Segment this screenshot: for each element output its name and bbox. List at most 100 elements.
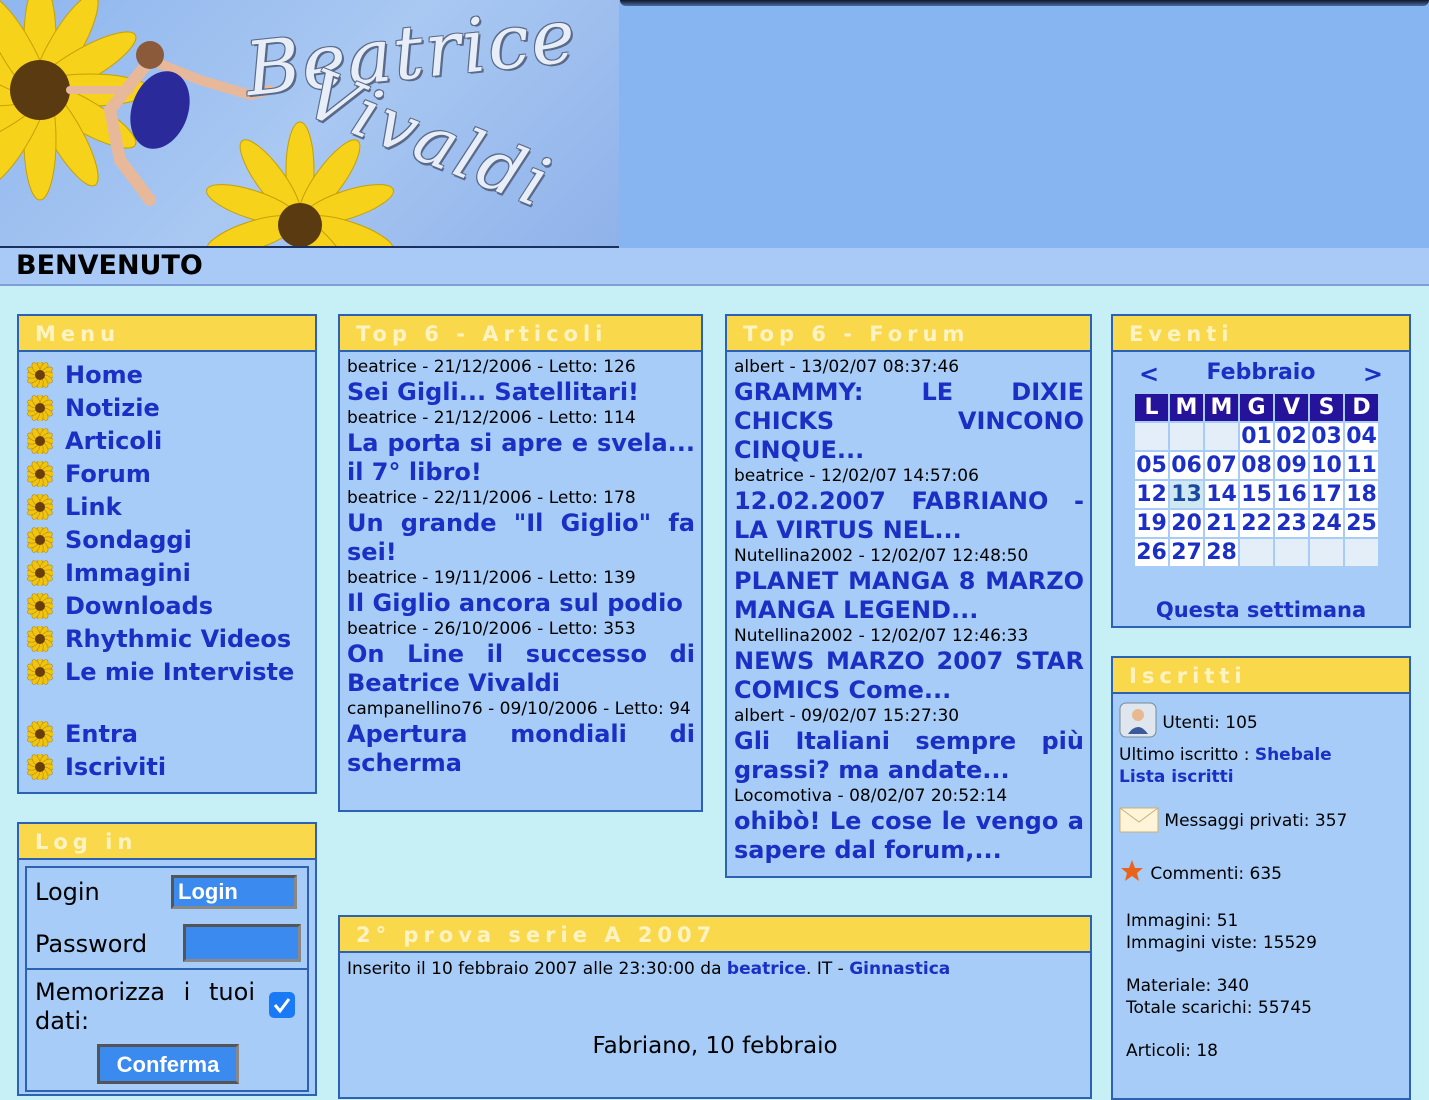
menu-item-notizie[interactable]: Notizie <box>27 391 315 424</box>
menu-item-label[interactable]: Sondaggi <box>65 526 192 554</box>
article-title-link[interactable]: La porta si apre e svela... il 7° libro! <box>347 429 695 487</box>
forum-post-title-link[interactable]: ohibò! Le cose le vengo a sapere dal for… <box>734 807 1084 865</box>
forum-post-meta: Nutellina2002 - 12/02/07 12:48:50 <box>734 546 1029 566</box>
news-meta-prefix: Inserito il 10 febbraio 2007 alle 23:30:… <box>347 959 727 979</box>
calendar-day-cell[interactable]: 03 <box>1310 423 1343 450</box>
forum-post-meta: Locomotiva - 08/02/07 20:52:14 <box>734 786 1008 806</box>
password-label: Password <box>35 930 148 958</box>
menu-item-label[interactable]: Iscriviti <box>65 753 166 781</box>
calendar-day-cell[interactable]: 06 <box>1170 452 1203 479</box>
menu-item-label[interactable]: Immagini <box>65 559 191 587</box>
calendar-day-cell[interactable]: 11 <box>1345 452 1378 479</box>
calendar-day-cell[interactable]: 21 <box>1205 510 1238 537</box>
calendar-day-cell[interactable]: 28 <box>1205 539 1238 566</box>
last-member-link[interactable]: Shebale <box>1255 745 1332 765</box>
menu-item-downloads[interactable]: Downloads <box>27 589 315 622</box>
menu-item-sondaggi[interactable]: Sondaggi <box>27 523 315 556</box>
calendar-day-cell[interactable]: 02 <box>1275 423 1308 450</box>
calendar-day-cell[interactable]: 23 <box>1275 510 1308 537</box>
members-title: Iscritti <box>1113 658 1409 694</box>
calendar-day-cell[interactable]: 01 <box>1240 423 1273 450</box>
calendar-weekday: D <box>1345 394 1378 421</box>
calendar-day-cell[interactable]: 07 <box>1205 452 1238 479</box>
news-category-link[interactable]: Ginnastica <box>849 959 950 979</box>
calendar-day-cell[interactable]: 20 <box>1170 510 1203 537</box>
this-week-link[interactable]: Questa settimana <box>1156 598 1366 622</box>
menu-item-articoli[interactable]: Articoli <box>27 424 315 457</box>
menu-item-label[interactable]: Home <box>65 361 143 389</box>
menu-item-iscriviti[interactable]: Iscriviti <box>27 750 315 783</box>
top-articles-title: Top 6 - Articoli <box>340 316 701 352</box>
calendar-week-row: 05 06 07 08 09 10 11 <box>1135 452 1378 479</box>
password-input[interactable] <box>183 924 301 962</box>
calendar-day-cell[interactable]: 14 <box>1205 481 1238 508</box>
calendar-day-cell[interactable]: 15 <box>1240 481 1273 508</box>
article-title-link[interactable]: Un grande "Il Giglio" fa sei! <box>347 509 695 567</box>
calendar-day-cell[interactable]: 17 <box>1310 481 1343 508</box>
last-member-row: Ultimo iscritto : Shebale <box>1119 744 1409 766</box>
calendar-weekday: S <box>1310 394 1343 421</box>
menu-item-home[interactable]: Home <box>27 358 315 391</box>
menu-item-le-mie-interviste[interactable]: Le mie Interviste <box>27 655 315 688</box>
sunflower-icon <box>27 427 53 454</box>
article-title-link[interactable]: On Line il successo di Beatrice Vivaldi <box>347 640 695 698</box>
articles-count: Articoli: 18 <box>1126 1041 1218 1061</box>
article-title-link[interactable]: Il Giglio ancora sul podio <box>347 589 695 618</box>
menu-item-label[interactable]: Link <box>65 493 122 521</box>
calendar-day-cell[interactable]: 10 <box>1310 452 1343 479</box>
messages-row: Messaggi privati: 357 <box>1119 802 1409 840</box>
login-input[interactable] <box>171 875 297 909</box>
top-forum-list: albert - 13/02/07 08:37:46 GRAMMY: LE DIX… <box>727 352 1090 865</box>
menu-item-rhythmic-videos[interactable]: Rhythmic Videos <box>27 622 315 655</box>
menu-item-label[interactable]: Rhythmic Videos <box>65 625 291 653</box>
calendar-today-cell[interactable]: 13 <box>1170 481 1203 508</box>
calendar-day-cell[interactable]: 09 <box>1275 452 1308 479</box>
sunflower-icon <box>27 361 53 388</box>
remember-label: Memorizza i tuoi dati: <box>35 978 255 1035</box>
menu-item-label[interactable]: Notizie <box>65 394 160 422</box>
top-articles-box: Top 6 - Articoli beatrice - 21/12/2006 -… <box>338 314 703 812</box>
sunflower-icon <box>27 592 53 619</box>
article-title-link[interactable]: Apertura mondiali di scherma <box>347 720 695 778</box>
calendar-day-cell[interactable]: 05 <box>1135 452 1168 479</box>
forum-post-title-link[interactable]: GRAMMY: LE DIXIE CHICKS VINCONO CINQUE..… <box>734 378 1084 465</box>
sunflower-icon <box>27 394 53 421</box>
login-title: Log in <box>19 824 315 860</box>
confirm-button[interactable]: Conferma <box>97 1044 239 1084</box>
menu-item-label[interactable]: Downloads <box>65 592 213 620</box>
menu-item-label[interactable]: Entra <box>65 720 138 748</box>
menu-item-label[interactable]: Le mie Interviste <box>65 658 294 686</box>
calendar-day-cell[interactable]: 18 <box>1345 481 1378 508</box>
calendar-day-cell[interactable]: 26 <box>1135 539 1168 566</box>
menu-item-label[interactable]: Forum <box>65 460 151 488</box>
calendar-empty-cell <box>1275 539 1308 566</box>
calendar-day-cell[interactable]: 12 <box>1135 481 1168 508</box>
calendar-day-cell[interactable]: 24 <box>1310 510 1343 537</box>
calendar-day-cell[interactable]: 22 <box>1240 510 1273 537</box>
remember-checkbox[interactable] <box>269 992 295 1018</box>
calendar-day-cell[interactable]: 16 <box>1275 481 1308 508</box>
news-meta-mid: . IT - <box>806 959 850 979</box>
menu-box: Menu Home Notizie Articoli Forum Link Sondagg… <box>17 314 317 794</box>
menu-item-link[interactable]: Link <box>27 490 315 523</box>
menu-item-immagini[interactable]: Immagini <box>27 556 315 589</box>
calendar-next-button[interactable]: > <box>1363 360 1383 388</box>
forum-post-title-link[interactable]: Gli Italiani sempre più grassi? ma andat… <box>734 727 1084 785</box>
members-list-link[interactable]: Lista iscritti <box>1119 767 1234 787</box>
menu-item-forum[interactable]: Forum <box>27 457 315 490</box>
calendar-day-cell[interactable]: 25 <box>1345 510 1378 537</box>
comments-row: Commenti: 635 <box>1119 858 1409 890</box>
calendar-day-cell[interactable]: 27 <box>1170 539 1203 566</box>
menu-item-label[interactable]: Articoli <box>65 427 162 455</box>
forum-post-title-link[interactable]: NEWS MARZO 2007 STAR COMICS Come... <box>734 647 1084 705</box>
forum-post-title-link[interactable]: 12.02.2007 FABRIANO - LA VIRTUS NEL... <box>734 487 1084 545</box>
news-author-link[interactable]: beatrice <box>727 959 806 979</box>
calendar-day-cell[interactable]: 04 <box>1345 423 1378 450</box>
site-header: Beatrice Vivaldi <box>0 0 1429 249</box>
calendar-day-cell[interactable]: 08 <box>1240 452 1273 479</box>
calendar-day-cell[interactable]: 19 <box>1135 510 1168 537</box>
article-title-link[interactable]: Sei Gigli... Satellitari! <box>347 378 695 407</box>
forum-post-title-link[interactable]: PLANET MANGA 8 MARZO MANGA LEGEND... <box>734 567 1084 625</box>
menu-item-entra[interactable]: Entra <box>27 717 315 750</box>
top-forum-title: Top 6 - Forum <box>727 316 1090 352</box>
